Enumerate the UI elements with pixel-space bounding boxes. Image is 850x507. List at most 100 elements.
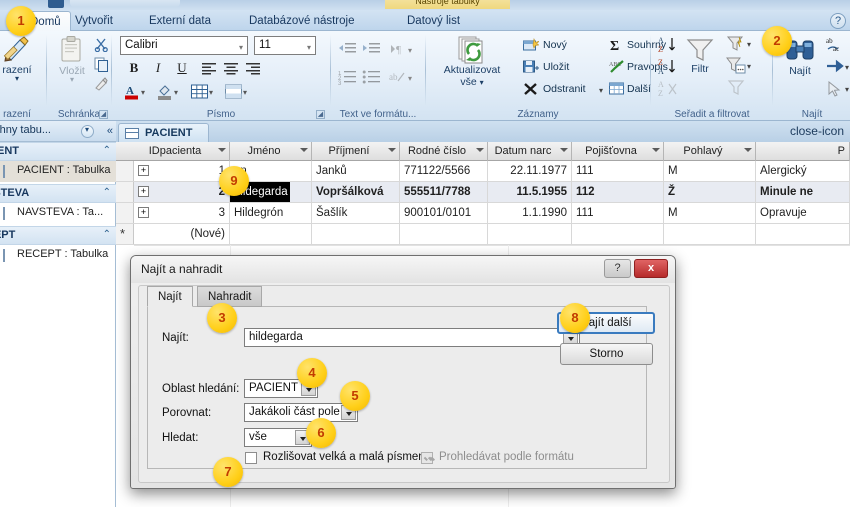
cell-jmeno[interactable]	[230, 224, 312, 244]
chevron-down-icon[interactable]: ▾	[0, 75, 44, 83]
cell-pohlavi[interactable]: Ž	[664, 182, 756, 202]
cell-poznamka[interactable]: Opravuje	[756, 203, 850, 223]
clipboard-dialog-launcher[interactable]: ◢	[99, 110, 108, 119]
cell-rodne-cislo[interactable]: 771122/5566	[400, 161, 488, 181]
chevron-down-icon[interactable]	[476, 148, 484, 152]
goto-arrow-icon[interactable]	[826, 59, 844, 76]
sort-ascending-icon[interactable]: A Z	[658, 35, 678, 58]
toggle-filter-icon[interactable]	[726, 79, 746, 100]
tab-databazove-nastroje[interactable]: Databázové nástroje	[240, 11, 363, 31]
chevron-down-icon[interactable]: ▾	[747, 40, 751, 49]
column-header-pojistovna[interactable]: Pojišťovna	[572, 142, 664, 161]
chevron-down-icon[interactable]: ▾	[845, 63, 849, 72]
save-record-button[interactable]: Uložit	[543, 61, 569, 73]
cancel-button[interactable]: Storno	[560, 343, 653, 365]
row-selector[interactable]	[116, 203, 134, 223]
chevron-down-icon[interactable]: ▾	[747, 62, 751, 71]
cell-rodne-cislo[interactable]: 555511/7788	[400, 182, 488, 202]
cell-datum-narozeni[interactable]: 1.1.1990	[488, 203, 572, 223]
more-button[interactable]: Další	[627, 83, 651, 95]
advanced-filter-icon[interactable]	[726, 57, 746, 78]
cell-prijmeni[interactable]: Vopršálková	[312, 182, 400, 202]
nav-item-pacient-tabulka[interactable]: PACIENT : Tabulka	[0, 161, 116, 182]
cell-idpacienta[interactable]: 2	[134, 182, 230, 202]
cell-idpacienta[interactable]: 1	[134, 161, 230, 181]
chevron-down-icon[interactable]	[744, 148, 752, 152]
chevron-down-icon[interactable]	[388, 148, 396, 152]
chevron-down-icon[interactable]	[560, 148, 568, 152]
chevron-down-icon[interactable]: ▾	[408, 74, 412, 83]
row-selector[interactable]	[116, 161, 134, 181]
chevron-down-icon[interactable]: ▾	[174, 88, 178, 97]
tab-datovy-list[interactable]: Datový list	[398, 11, 469, 31]
sort-descending-icon[interactable]: Z A	[658, 57, 678, 80]
tab-externi-data[interactable]: Externí data	[140, 11, 220, 31]
chevron-down-icon[interactable]: ▾	[239, 39, 243, 54]
align-center-icon[interactable]	[222, 60, 240, 79]
help-circle-icon[interactable]: ?	[830, 13, 846, 29]
column-header-prijmeni[interactable]: Příjmení	[312, 142, 400, 161]
cell-pohlavi[interactable]	[664, 224, 756, 244]
column-header-jmeno[interactable]: Jméno	[230, 142, 312, 161]
table-row[interactable]: + 3 Hildegrón Šašlík 900101/0101 1.1.199…	[116, 203, 850, 224]
tab-nahradit[interactable]: Nahradit	[197, 286, 263, 307]
decrease-indent-icon[interactable]	[338, 41, 358, 60]
cell-datum-narozeni[interactable]	[488, 224, 572, 244]
new-record-button[interactable]: Nový	[543, 39, 567, 51]
chevron-down-icon[interactable]: ▾	[209, 88, 213, 97]
tab-vytvorit[interactable]: Vytvořit	[66, 11, 122, 31]
nav-item-recept-tabulka[interactable]: RECEPT : Tabulka	[0, 245, 116, 266]
cell-prijmeni[interactable]: Šašlík	[312, 203, 400, 223]
refresh-all-button[interactable]: Aktualizovat vše ▾	[435, 35, 509, 88]
underline-button[interactable]: U	[171, 59, 193, 77]
gridlines-icon[interactable]	[190, 83, 209, 104]
chevron-down-icon[interactable]: ▾	[243, 88, 247, 97]
format-painter-icon[interactable]	[94, 77, 109, 95]
increase-indent-icon[interactable]	[362, 41, 382, 60]
cell-rodne-cislo[interactable]	[400, 224, 488, 244]
copy-icon[interactable]	[94, 57, 109, 75]
document-tab-pacient[interactable]: PACIENT	[118, 123, 210, 142]
chevron-down-icon[interactable]	[218, 148, 226, 152]
close-icon[interactable]: close-icon	[790, 124, 844, 138]
search-direction-select[interactable]: vše	[244, 428, 312, 447]
italic-button[interactable]: I	[147, 59, 169, 77]
find-input[interactable]: hildegarda	[244, 328, 580, 347]
cell-pojistovna[interactable]: 111	[572, 161, 664, 181]
column-header-poznamka[interactable]: P	[756, 142, 850, 161]
tab-najit[interactable]: Najít	[147, 286, 193, 307]
row-selector[interactable]: *	[116, 224, 134, 244]
cell-pojistovna[interactable]	[572, 224, 664, 244]
chevron-down-icon[interactable]	[300, 148, 308, 152]
nav-item-navsteva-tabulka[interactable]: NAVSTEVA : Ta...	[0, 203, 116, 224]
office-button[interactable]	[48, 0, 64, 8]
alternate-row-color-icon[interactable]	[224, 83, 243, 104]
match-case-checkbox[interactable]	[245, 452, 257, 464]
chevron-down-icon[interactable]: ▾	[599, 86, 603, 95]
cell-pojistovna[interactable]: 112	[572, 182, 664, 202]
cell-jmeno[interactable]: Hildegrón	[230, 203, 312, 223]
chevron-down-circle-icon[interactable]: ▾	[81, 125, 94, 138]
select-pointer-icon[interactable]	[826, 80, 844, 100]
column-header-idpacienta[interactable]: IDpacienta	[134, 142, 230, 161]
bold-button[interactable]: B	[123, 59, 145, 77]
column-header-datum-narc[interactable]: Datum narc	[488, 142, 572, 161]
font-dialog-launcher[interactable]: ◢	[316, 110, 325, 119]
column-header-pohlavy[interactable]: Pohlavý	[664, 142, 756, 161]
numbered-list-icon[interactable]: 123	[338, 69, 358, 88]
align-right-icon[interactable]	[244, 60, 262, 79]
clear-formatting-icon[interactable]: ab	[388, 69, 406, 88]
nav-group-recept[interactable]: CEPT ⌃	[0, 226, 116, 245]
navigation-pane-header[interactable]: echny tabu... ▾ «	[0, 121, 116, 142]
cell-pohlavi[interactable]: M	[664, 161, 756, 181]
chevron-down-icon[interactable]: ▾	[845, 85, 849, 94]
nav-group-navsteva[interactable]: VSTEVA ⌃	[0, 184, 116, 203]
bulleted-list-icon[interactable]	[362, 69, 382, 88]
chevron-down-icon[interactable]	[652, 148, 660, 152]
delete-record-button[interactable]: Odstranit	[543, 83, 586, 95]
chevron-down-icon[interactable]: ▾	[408, 46, 412, 55]
dialog-close-button[interactable]: x	[634, 259, 668, 278]
cell-new-record-placeholder[interactable]: (Nové)	[134, 224, 230, 244]
chevron-up-icon[interactable]: ⌃	[103, 145, 111, 156]
match-select[interactable]: Jakákoli část pole	[244, 403, 358, 422]
